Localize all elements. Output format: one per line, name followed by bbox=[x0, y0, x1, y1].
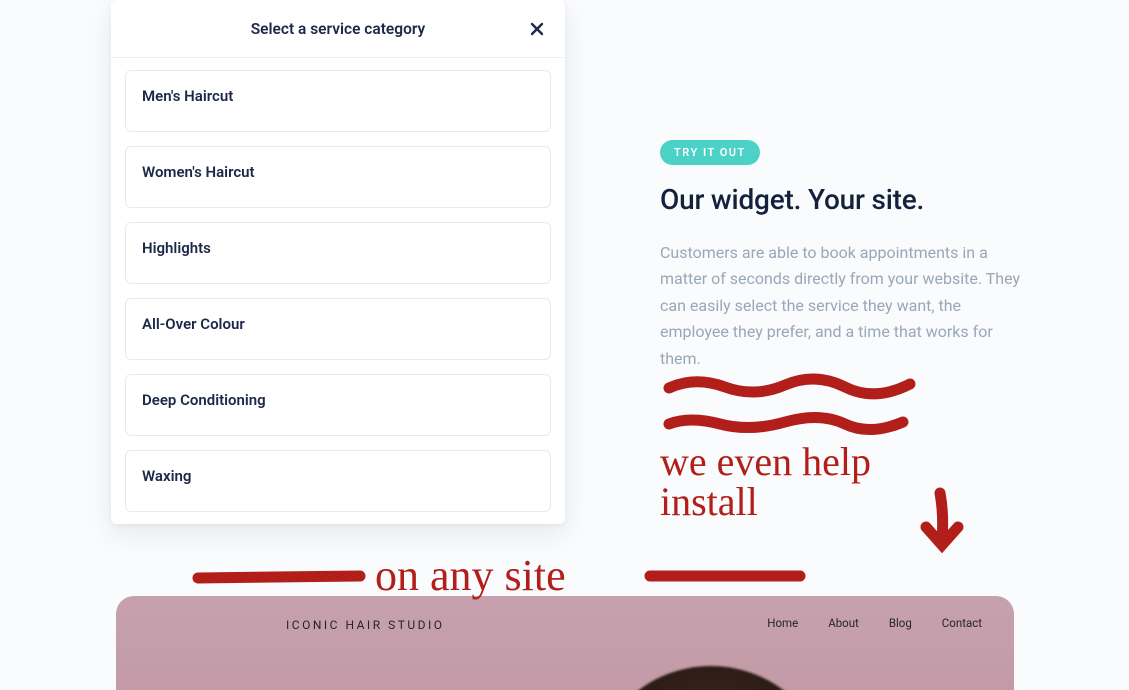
svg-text:on any site: on any site bbox=[375, 551, 566, 600]
category-item-highlights[interactable]: Highlights bbox=[125, 222, 551, 284]
widget-header: Select a service category bbox=[111, 0, 565, 58]
site-preview: ICONIC HAIR STUDIO Home About Blog Conta… bbox=[116, 596, 1014, 690]
svg-text:we even help: we even help bbox=[660, 439, 871, 484]
service-category-widget: Select a service category Men's Haircut … bbox=[111, 0, 565, 524]
category-list: Men's Haircut Women's Haircut Highlights… bbox=[111, 58, 565, 512]
annotation-help-install: we even help install bbox=[660, 435, 1040, 569]
nav-blog[interactable]: Blog bbox=[889, 616, 912, 630]
try-it-out-badge: TRY IT OUT bbox=[660, 140, 760, 165]
category-item-waxing[interactable]: Waxing bbox=[125, 450, 551, 512]
nav-home[interactable]: Home bbox=[767, 616, 798, 630]
site-brand: ICONIC HAIR STUDIO bbox=[286, 618, 445, 632]
nav-contact[interactable]: Contact bbox=[942, 616, 982, 630]
category-item-all-over-colour[interactable]: All-Over Colour bbox=[125, 298, 551, 360]
annotation-scribble-1 bbox=[665, 370, 925, 404]
category-item-mens-haircut[interactable]: Men's Haircut bbox=[125, 70, 551, 132]
close-icon[interactable] bbox=[523, 15, 551, 43]
category-item-deep-conditioning[interactable]: Deep Conditioning bbox=[125, 374, 551, 436]
nav-about[interactable]: About bbox=[828, 616, 859, 630]
site-nav: Home About Blog Contact bbox=[767, 616, 982, 630]
marketing-copy: TRY IT OUT Our widget. Your site. Custom… bbox=[660, 140, 1030, 372]
svg-text:install: install bbox=[660, 479, 758, 524]
body-paragraph: Customers are able to book appointments … bbox=[660, 240, 1030, 372]
headline: Our widget. Your site. bbox=[660, 183, 1030, 216]
hero-image-placeholder bbox=[596, 666, 826, 690]
widget-title: Select a service category bbox=[251, 20, 426, 38]
annotation-scribble-2 bbox=[665, 410, 915, 440]
category-item-womens-haircut[interactable]: Women's Haircut bbox=[125, 146, 551, 208]
